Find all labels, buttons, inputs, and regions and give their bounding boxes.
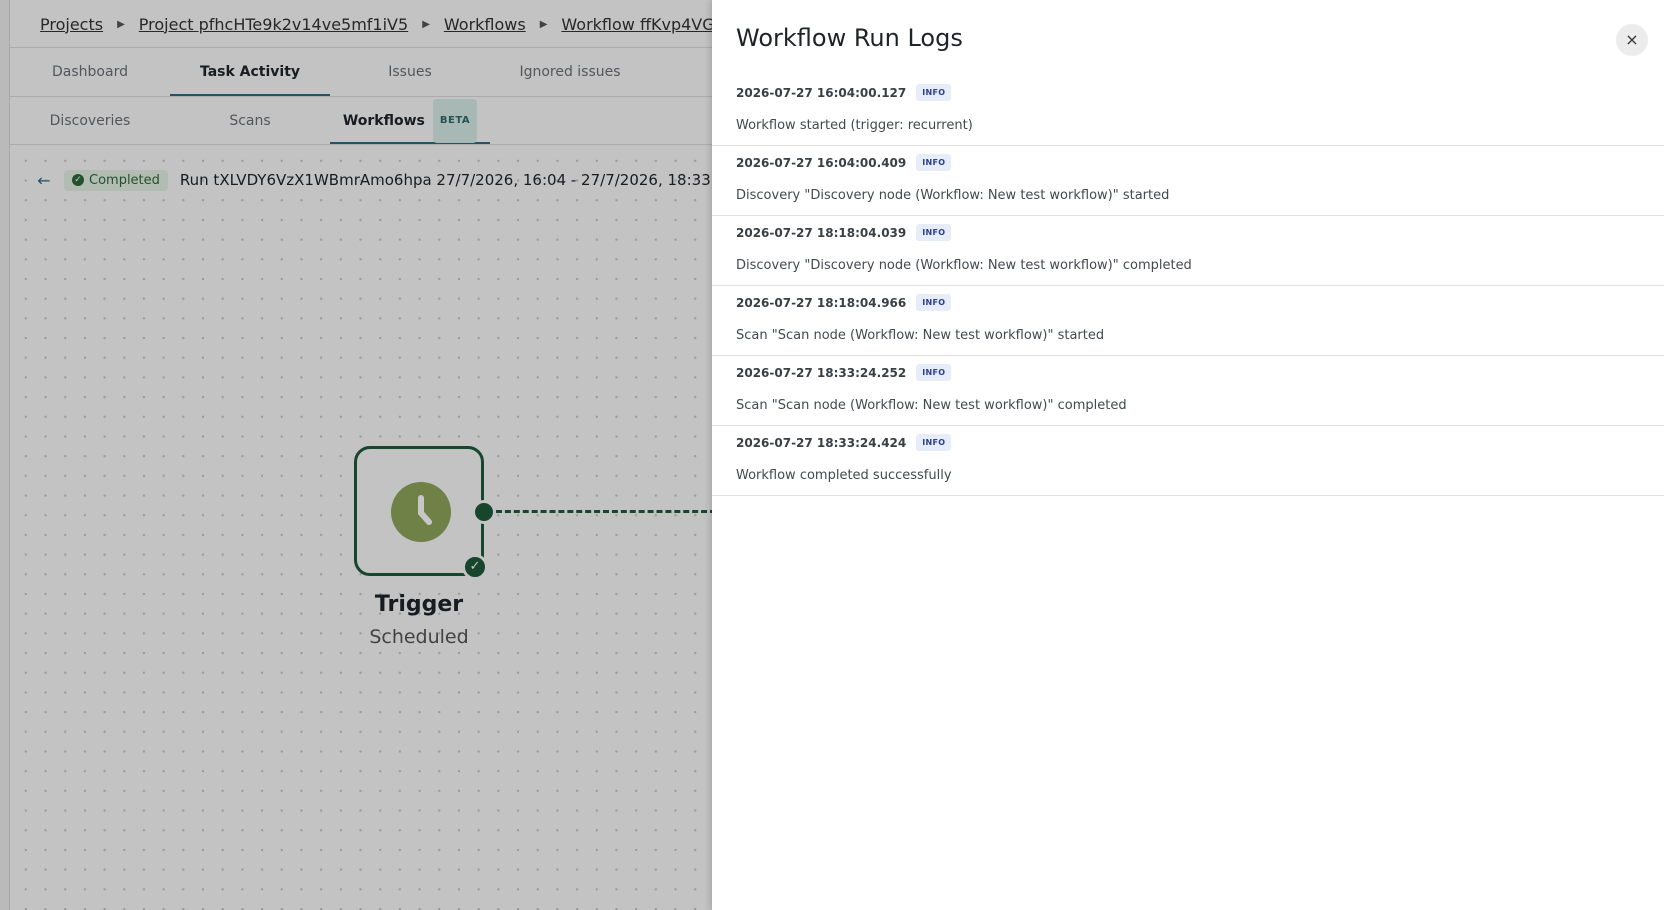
log-timestamp: 2026-07-27 16:04:00.409 — [736, 155, 907, 170]
close-icon: × — [1625, 30, 1639, 49]
log-entry: 2026-07-27 18:18:04.039 INFO Discovery "… — [712, 216, 1664, 286]
log-entry: 2026-07-27 18:18:04.966 INFO Scan "Scan … — [712, 286, 1664, 356]
log-message: Discovery "Discovery node (Workflow: New… — [736, 188, 1170, 203]
log-message: Workflow completed successfully — [736, 468, 952, 483]
log-list: 2026-07-27 16:04:00.127 INFO Workflow st… — [712, 76, 1664, 496]
log-level-badge: INFO — [916, 154, 952, 171]
log-message: Scan "Scan node (Workflow: New test work… — [736, 328, 1105, 343]
log-level-badge: INFO — [916, 364, 952, 381]
log-level-badge: INFO — [916, 294, 952, 311]
log-level-badge: INFO — [916, 224, 952, 241]
log-level-badge: INFO — [916, 84, 952, 101]
log-timestamp: 2026-07-27 18:18:04.039 — [736, 225, 907, 240]
close-button[interactable]: × — [1616, 24, 1648, 56]
log-message: Discovery "Discovery node (Workflow: New… — [736, 258, 1192, 273]
log-timestamp: 2026-07-27 18:33:24.424 — [736, 435, 907, 450]
log-message: Scan "Scan node (Workflow: New test work… — [736, 398, 1127, 413]
drawer-title: Workflow Run Logs — [736, 24, 963, 52]
log-timestamp: 2026-07-27 18:18:04.966 — [736, 295, 907, 310]
log-entry: 2026-07-27 18:33:24.424 INFO Workflow co… — [712, 426, 1664, 496]
log-timestamp: 2026-07-27 18:33:24.252 — [736, 365, 907, 380]
log-level-badge: INFO — [916, 434, 952, 451]
log-entry: 2026-07-27 16:04:00.409 INFO Discovery "… — [712, 146, 1664, 216]
log-entry: 2026-07-27 18:33:24.252 INFO Scan "Scan … — [712, 356, 1664, 426]
log-entry: 2026-07-27 16:04:00.127 INFO Workflow st… — [712, 76, 1664, 146]
log-message: Workflow started (trigger: recurrent) — [736, 118, 973, 133]
log-timestamp: 2026-07-27 16:04:00.127 — [736, 85, 907, 100]
workflow-run-logs-drawer: Workflow Run Logs × 2026-07-27 16:04:00.… — [712, 0, 1664, 910]
